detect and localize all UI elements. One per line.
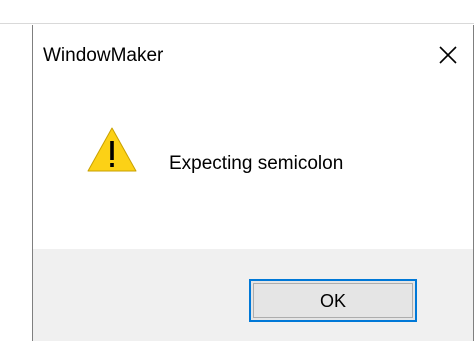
button-bar: OK xyxy=(33,249,473,341)
close-icon xyxy=(439,46,457,64)
message-dialog: WindowMaker Expecting semicolon OK xyxy=(32,25,474,341)
title-bar[interactable]: WindowMaker xyxy=(33,25,473,91)
dialog-content: Expecting semicolon xyxy=(33,91,473,249)
background-window-strip xyxy=(0,0,474,24)
ok-button[interactable]: OK xyxy=(249,279,417,322)
window-title: WindowMaker xyxy=(43,45,164,66)
warning-icon xyxy=(87,127,137,172)
close-button[interactable] xyxy=(431,40,465,70)
error-message: Expecting semicolon xyxy=(169,153,344,174)
ok-button-label: OK xyxy=(319,290,346,311)
